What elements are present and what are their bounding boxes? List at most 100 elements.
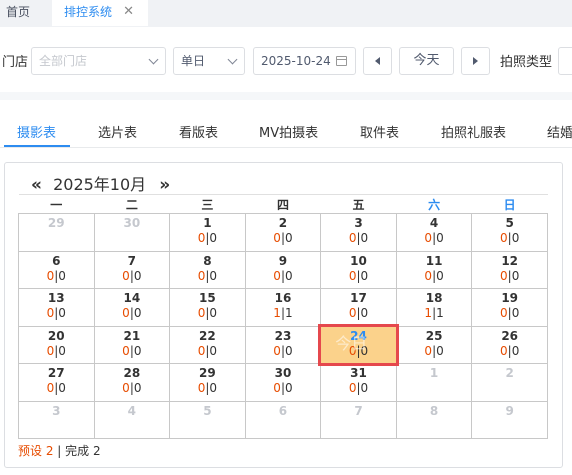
calendar-day[interactable]: 31 0|0 bbox=[320, 363, 397, 402]
calendar-day[interactable]: 5 0|0 bbox=[471, 213, 548, 252]
report-tabs: 摄影表 选片表 看版表 MV拍摄表 取件表 拍照礼服表 结婚 bbox=[0, 100, 572, 148]
calendar-day[interactable]: 12 0|0 bbox=[471, 250, 548, 289]
calendar-day[interactable]: 28 0|0 bbox=[93, 363, 171, 402]
calendar-day[interactable]: 17 0|0 bbox=[320, 288, 397, 327]
done-count-value: 0 bbox=[284, 268, 293, 283]
preset-count-value: 0 bbox=[122, 268, 130, 283]
calendar-day[interactable]: 25 0|0 bbox=[395, 325, 473, 364]
calendar-day-outside: 3 bbox=[18, 400, 95, 439]
preset-count-value: 0 bbox=[348, 306, 357, 320]
day-number: 3 bbox=[52, 403, 61, 418]
calendar-day[interactable]: 6 0|0 bbox=[18, 250, 95, 289]
close-icon[interactable]: ✕ bbox=[123, 0, 134, 24]
day-number: 7 bbox=[354, 403, 363, 418]
calendar-day[interactable]: 1 0|0 bbox=[169, 213, 246, 252]
day-number: 2 bbox=[278, 216, 288, 230]
calendar-day[interactable]: 3 0|0 bbox=[320, 213, 397, 252]
preset-count-value: 0 bbox=[122, 343, 130, 358]
week-row: 13 0|0 14 0|0 15 0|0 16 1|1 17 0|0 18 1|1 19 0|0 bbox=[18, 288, 548, 327]
tab-proof-table[interactable]: 看版表 bbox=[179, 122, 218, 141]
day-number: 3 bbox=[354, 216, 363, 230]
done-count-value: 0 bbox=[511, 231, 520, 245]
tab-scheduling-system-label: 排控系统 bbox=[64, 5, 113, 19]
calendar-title: 2025年10月 bbox=[53, 175, 147, 194]
chevron-down-icon bbox=[148, 54, 159, 65]
calendar-day[interactable]: 4 0|0 bbox=[395, 213, 473, 252]
calendar-day[interactable]: 22 0|0 bbox=[169, 325, 246, 364]
preset-count-value: 1 bbox=[424, 306, 433, 320]
tab-wedding[interactable]: 结婚 bbox=[547, 122, 572, 141]
page-tab-bar: 首页 排控系统 ✕ bbox=[0, 0, 572, 27]
calendar-day[interactable]: 14 0|0 bbox=[93, 288, 171, 327]
calendar-day[interactable]: 18 1|1 bbox=[395, 288, 473, 327]
tab-scheduling-system[interactable]: 排控系统 ✕ bbox=[52, 0, 148, 26]
tab-photography-table[interactable]: 摄影表 bbox=[17, 122, 56, 141]
day-number: 9 bbox=[505, 403, 514, 418]
done-count-value: 0 bbox=[133, 268, 142, 283]
chevron-right-icon bbox=[473, 57, 478, 65]
filter-bar: 门店 全部门店 单日 2025-10-24 今天 拍照类型 bbox=[0, 27, 572, 92]
preset-count-value: 0 bbox=[273, 343, 281, 358]
done-count-value: 0 bbox=[209, 231, 218, 245]
day-number: 19 bbox=[501, 291, 519, 305]
tab-selection-table[interactable]: 选片表 bbox=[98, 122, 137, 141]
preset-count: 预设 2 bbox=[18, 444, 54, 458]
day-number: 8 bbox=[429, 403, 439, 418]
done-count-value: 0 bbox=[58, 381, 66, 395]
calendar-icon bbox=[336, 56, 347, 66]
tab-mv-shoot-table[interactable]: MV拍摄表 bbox=[259, 122, 318, 141]
calendar-day-outside: 2 bbox=[471, 363, 548, 402]
calendar-day[interactable]: 2 0|0 bbox=[244, 213, 322, 252]
calendar-day[interactable]: 24 0|0 今日 bbox=[318, 323, 399, 366]
photo-type-select[interactable] bbox=[558, 47, 572, 75]
day-number: 20 bbox=[47, 328, 65, 343]
calendar-day[interactable]: 7 0|0 bbox=[93, 250, 171, 289]
calendar-day[interactable]: 10 0|0 bbox=[320, 250, 397, 289]
calendar-day[interactable]: 23 0|0 bbox=[244, 325, 322, 364]
month-grid: 一 二 三 四 五 六 日 29 30 1 0|0 2 0|0 3 0|0 4 0|0 5 0|0 6 0… bbox=[18, 194, 548, 439]
preset-count-value: 0 bbox=[122, 381, 130, 395]
day-counts: 1|1 bbox=[397, 306, 472, 321]
calendar-day[interactable]: 19 0|0 bbox=[471, 288, 548, 327]
day-number: 25 bbox=[425, 328, 443, 343]
day-counts: 1|1 bbox=[246, 306, 321, 321]
week-row: 20 0|0 21 0|0 22 0|0 23 0|0 24 0|0 今日 25 0|0 26 0|0 bbox=[18, 323, 548, 366]
today-button[interactable]: 今天 bbox=[399, 47, 454, 75]
day-number: 2 bbox=[505, 366, 514, 380]
prev-day-button[interactable] bbox=[363, 47, 392, 75]
day-number: 28 bbox=[123, 366, 141, 380]
next-month-button[interactable]: » bbox=[159, 175, 170, 195]
weekday-label: 日 bbox=[471, 194, 548, 214]
calendar-day[interactable]: 8 0|0 bbox=[169, 250, 246, 289]
calendar-day[interactable]: 21 0|0 bbox=[93, 325, 171, 364]
calendar-day[interactable]: 9 0|0 bbox=[244, 250, 322, 289]
calendar-day[interactable]: 29 0|0 bbox=[169, 363, 246, 402]
preset-count-value: 0 bbox=[500, 343, 508, 358]
calendar-day[interactable]: 11 0|0 bbox=[395, 250, 473, 289]
tab-gown-table[interactable]: 拍照礼服表 bbox=[441, 122, 506, 141]
day-number: 10 bbox=[350, 253, 367, 268]
next-day-button[interactable] bbox=[461, 47, 490, 75]
store-select[interactable]: 全部门店 bbox=[31, 47, 166, 75]
calendar-day[interactable]: 26 0|0 bbox=[471, 325, 548, 364]
day-counts: 0|0 bbox=[397, 344, 472, 359]
done-count-value: 0 bbox=[58, 343, 66, 358]
calendar-day[interactable]: 27 0|0 bbox=[18, 363, 95, 402]
day-counts: 0|0 bbox=[170, 269, 245, 284]
day-counts: 0|0 bbox=[321, 381, 396, 396]
tab-pickup-table[interactable]: 取件表 bbox=[360, 122, 399, 141]
mode-select[interactable]: 单日 bbox=[173, 47, 245, 75]
preset-count-value: 0 bbox=[273, 231, 281, 245]
calendar-day[interactable]: 20 0|0 bbox=[18, 325, 95, 364]
legend-separator: | bbox=[53, 444, 66, 458]
day-counts: 0|0 bbox=[397, 231, 472, 246]
weekday-label: 一 bbox=[18, 194, 95, 214]
calendar-day[interactable]: 13 0|0 bbox=[18, 288, 95, 327]
calendar-day[interactable]: 30 0|0 bbox=[244, 363, 322, 402]
prev-month-button[interactable]: « bbox=[31, 175, 42, 195]
tab-home[interactable]: 首页 bbox=[0, 0, 45, 26]
section-divider bbox=[0, 92, 572, 100]
date-picker[interactable]: 2025-10-24 bbox=[253, 47, 356, 75]
calendar-day[interactable]: 16 1|1 bbox=[244, 288, 322, 327]
calendar-day[interactable]: 15 0|0 bbox=[169, 288, 246, 327]
